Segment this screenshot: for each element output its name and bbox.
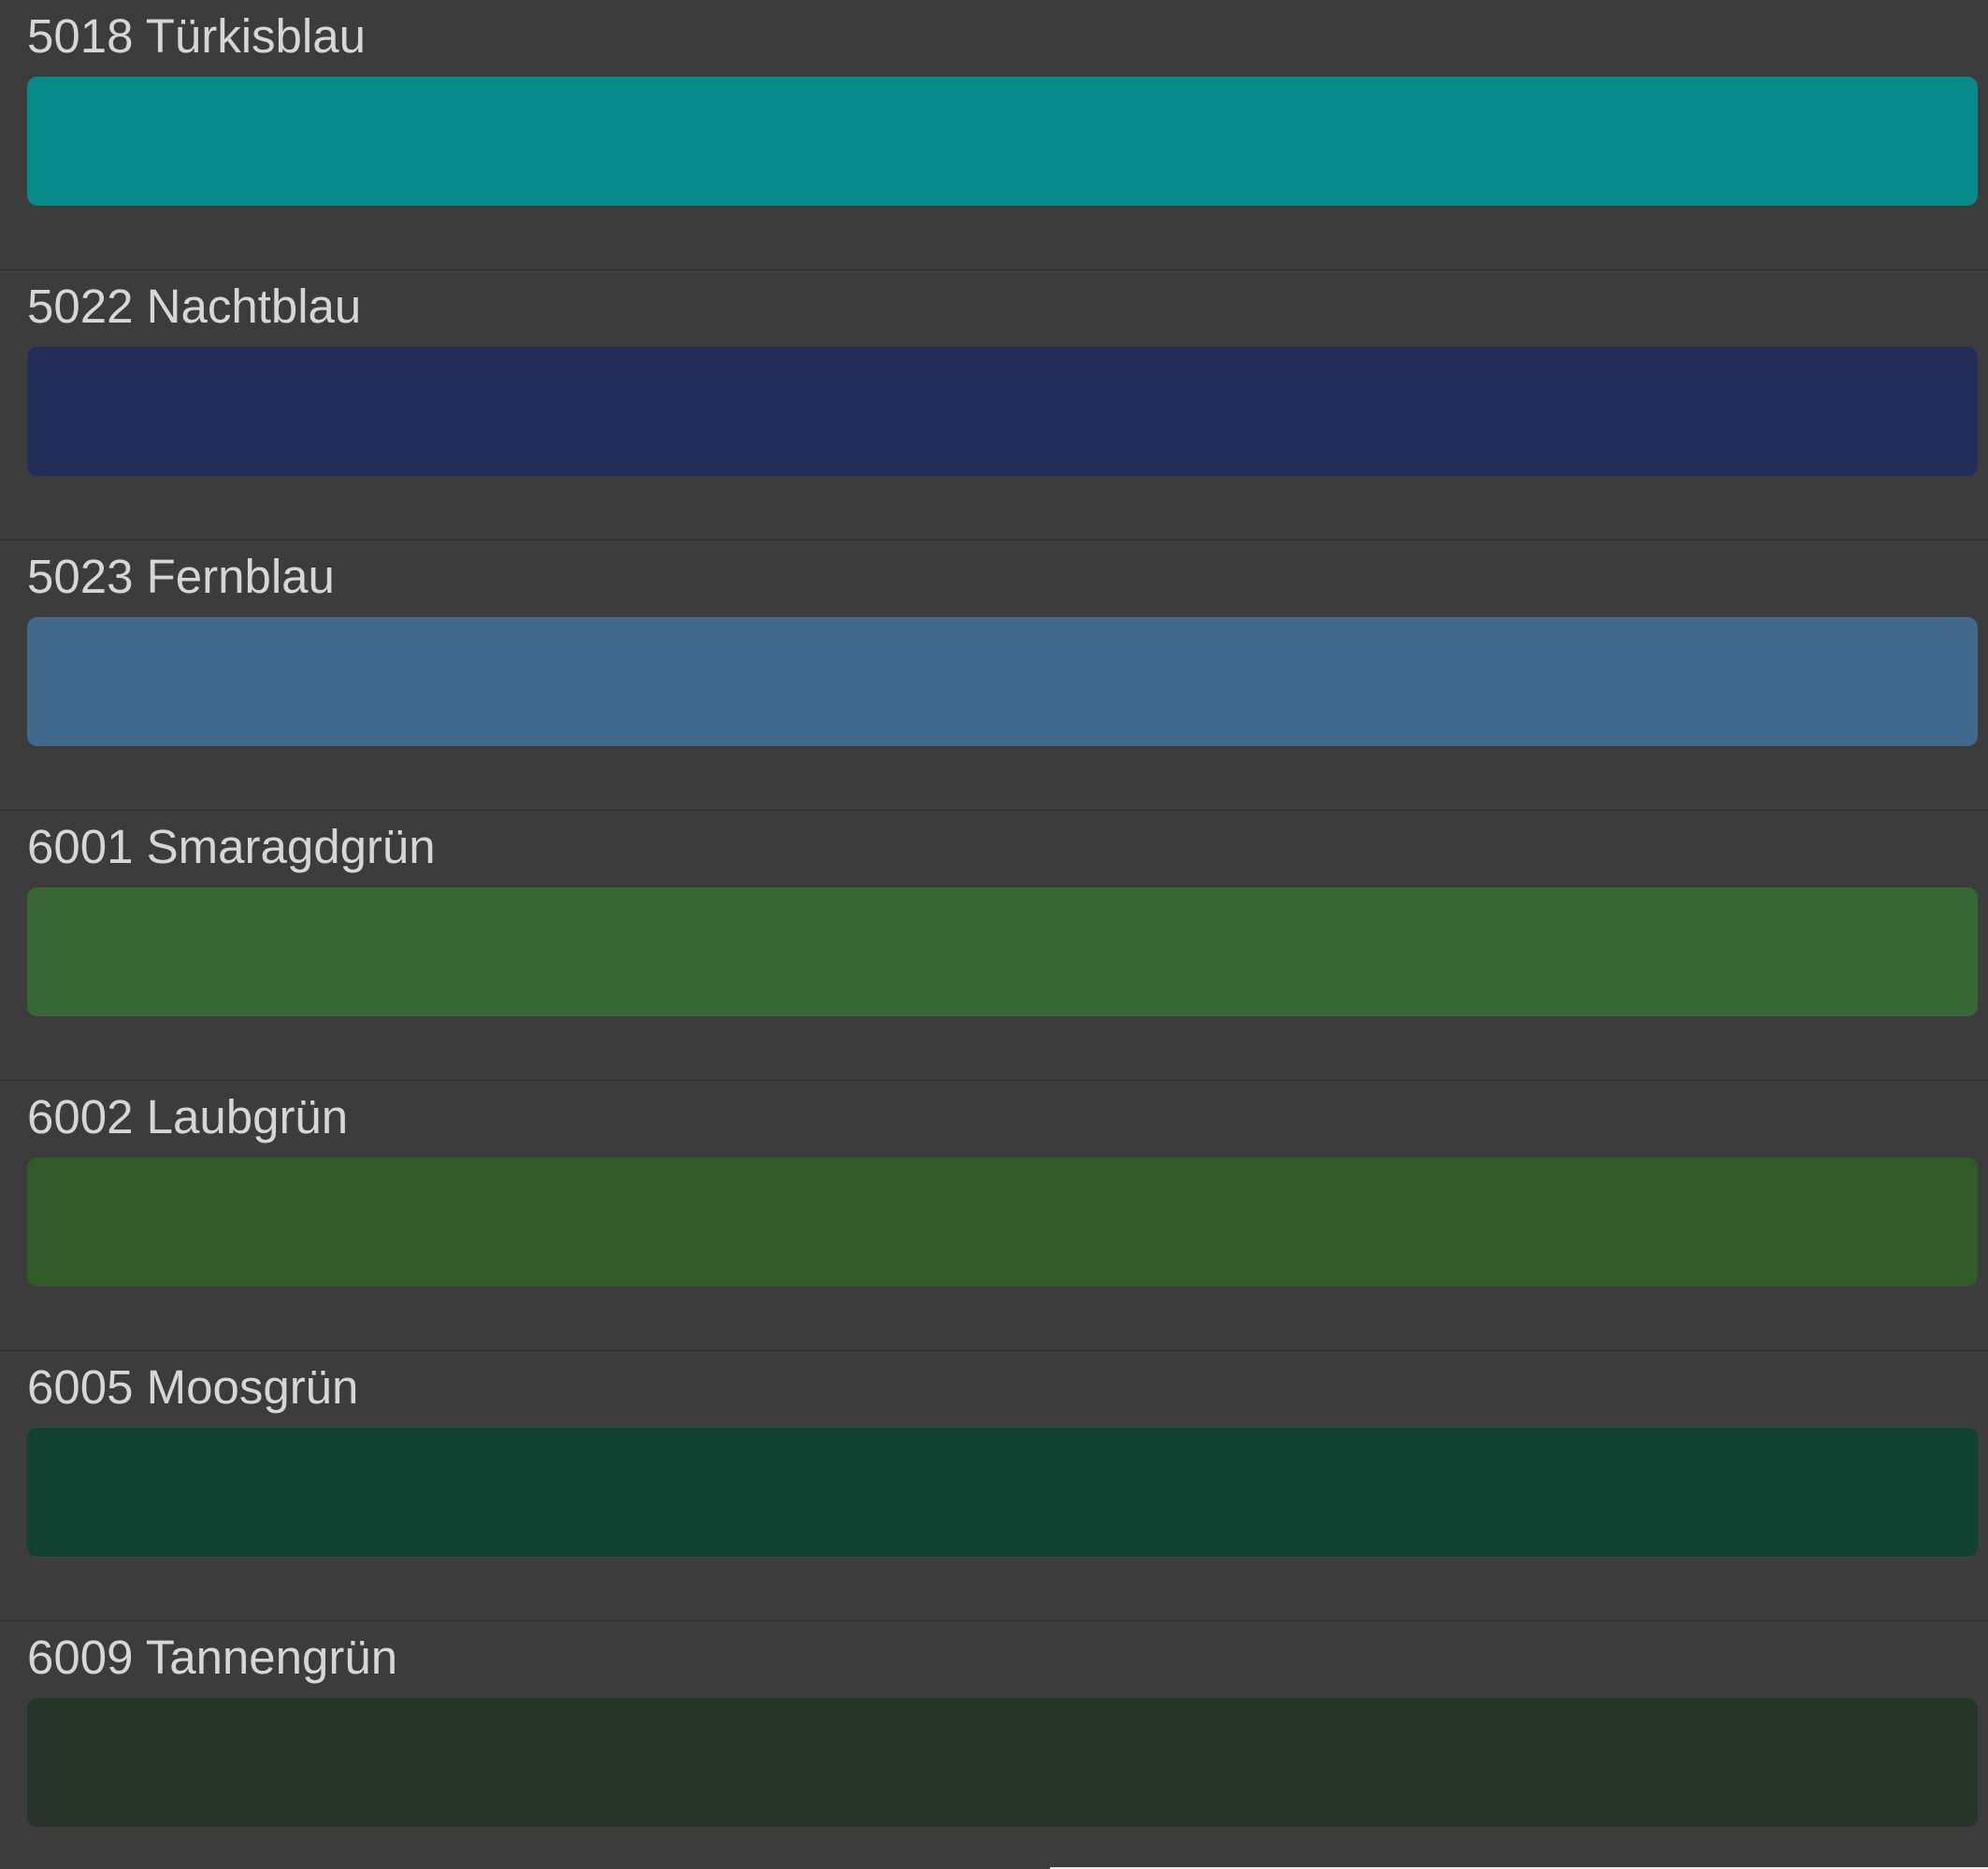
color-swatch[interactable]: [27, 1157, 1978, 1287]
color-row-6001[interactable]: 6001 Smaragdgrün: [0, 811, 1988, 1081]
color-label: 6009 Tannengrün: [27, 1631, 398, 1684]
color-swatch[interactable]: [27, 887, 1978, 1016]
color-label: 6005 Moosgrün: [27, 1360, 359, 1414]
color-label: 5023 Fernblau: [27, 550, 335, 603]
color-swatch[interactable]: [27, 77, 1978, 206]
color-label: 5018 Türkisblau: [27, 9, 366, 63]
color-label: 6002 Laubgrün: [27, 1090, 349, 1143]
color-swatch[interactable]: [27, 617, 1978, 746]
color-row-6002[interactable]: 6002 Laubgrün: [0, 1081, 1988, 1351]
color-row-6009[interactable]: 6009 Tannengrün: [0, 1621, 1988, 1869]
color-swatch[interactable]: [27, 347, 1978, 476]
color-label: 6001 Smaragdgrün: [27, 820, 436, 873]
color-list: 5018 Türkisblau 5022 Nachtblau 5023 Fern…: [0, 0, 1988, 1869]
color-row-6005[interactable]: 6005 Moosgrün: [0, 1351, 1988, 1621]
color-row-5018[interactable]: 5018 Türkisblau: [0, 0, 1988, 270]
color-row-5022[interactable]: 5022 Nachtblau: [0, 270, 1988, 540]
color-label: 5022 Nachtblau: [27, 280, 362, 333]
color-swatch[interactable]: [27, 1698, 1978, 1827]
color-swatch[interactable]: [27, 1428, 1978, 1557]
color-row-5023[interactable]: 5023 Fernblau: [0, 540, 1988, 811]
